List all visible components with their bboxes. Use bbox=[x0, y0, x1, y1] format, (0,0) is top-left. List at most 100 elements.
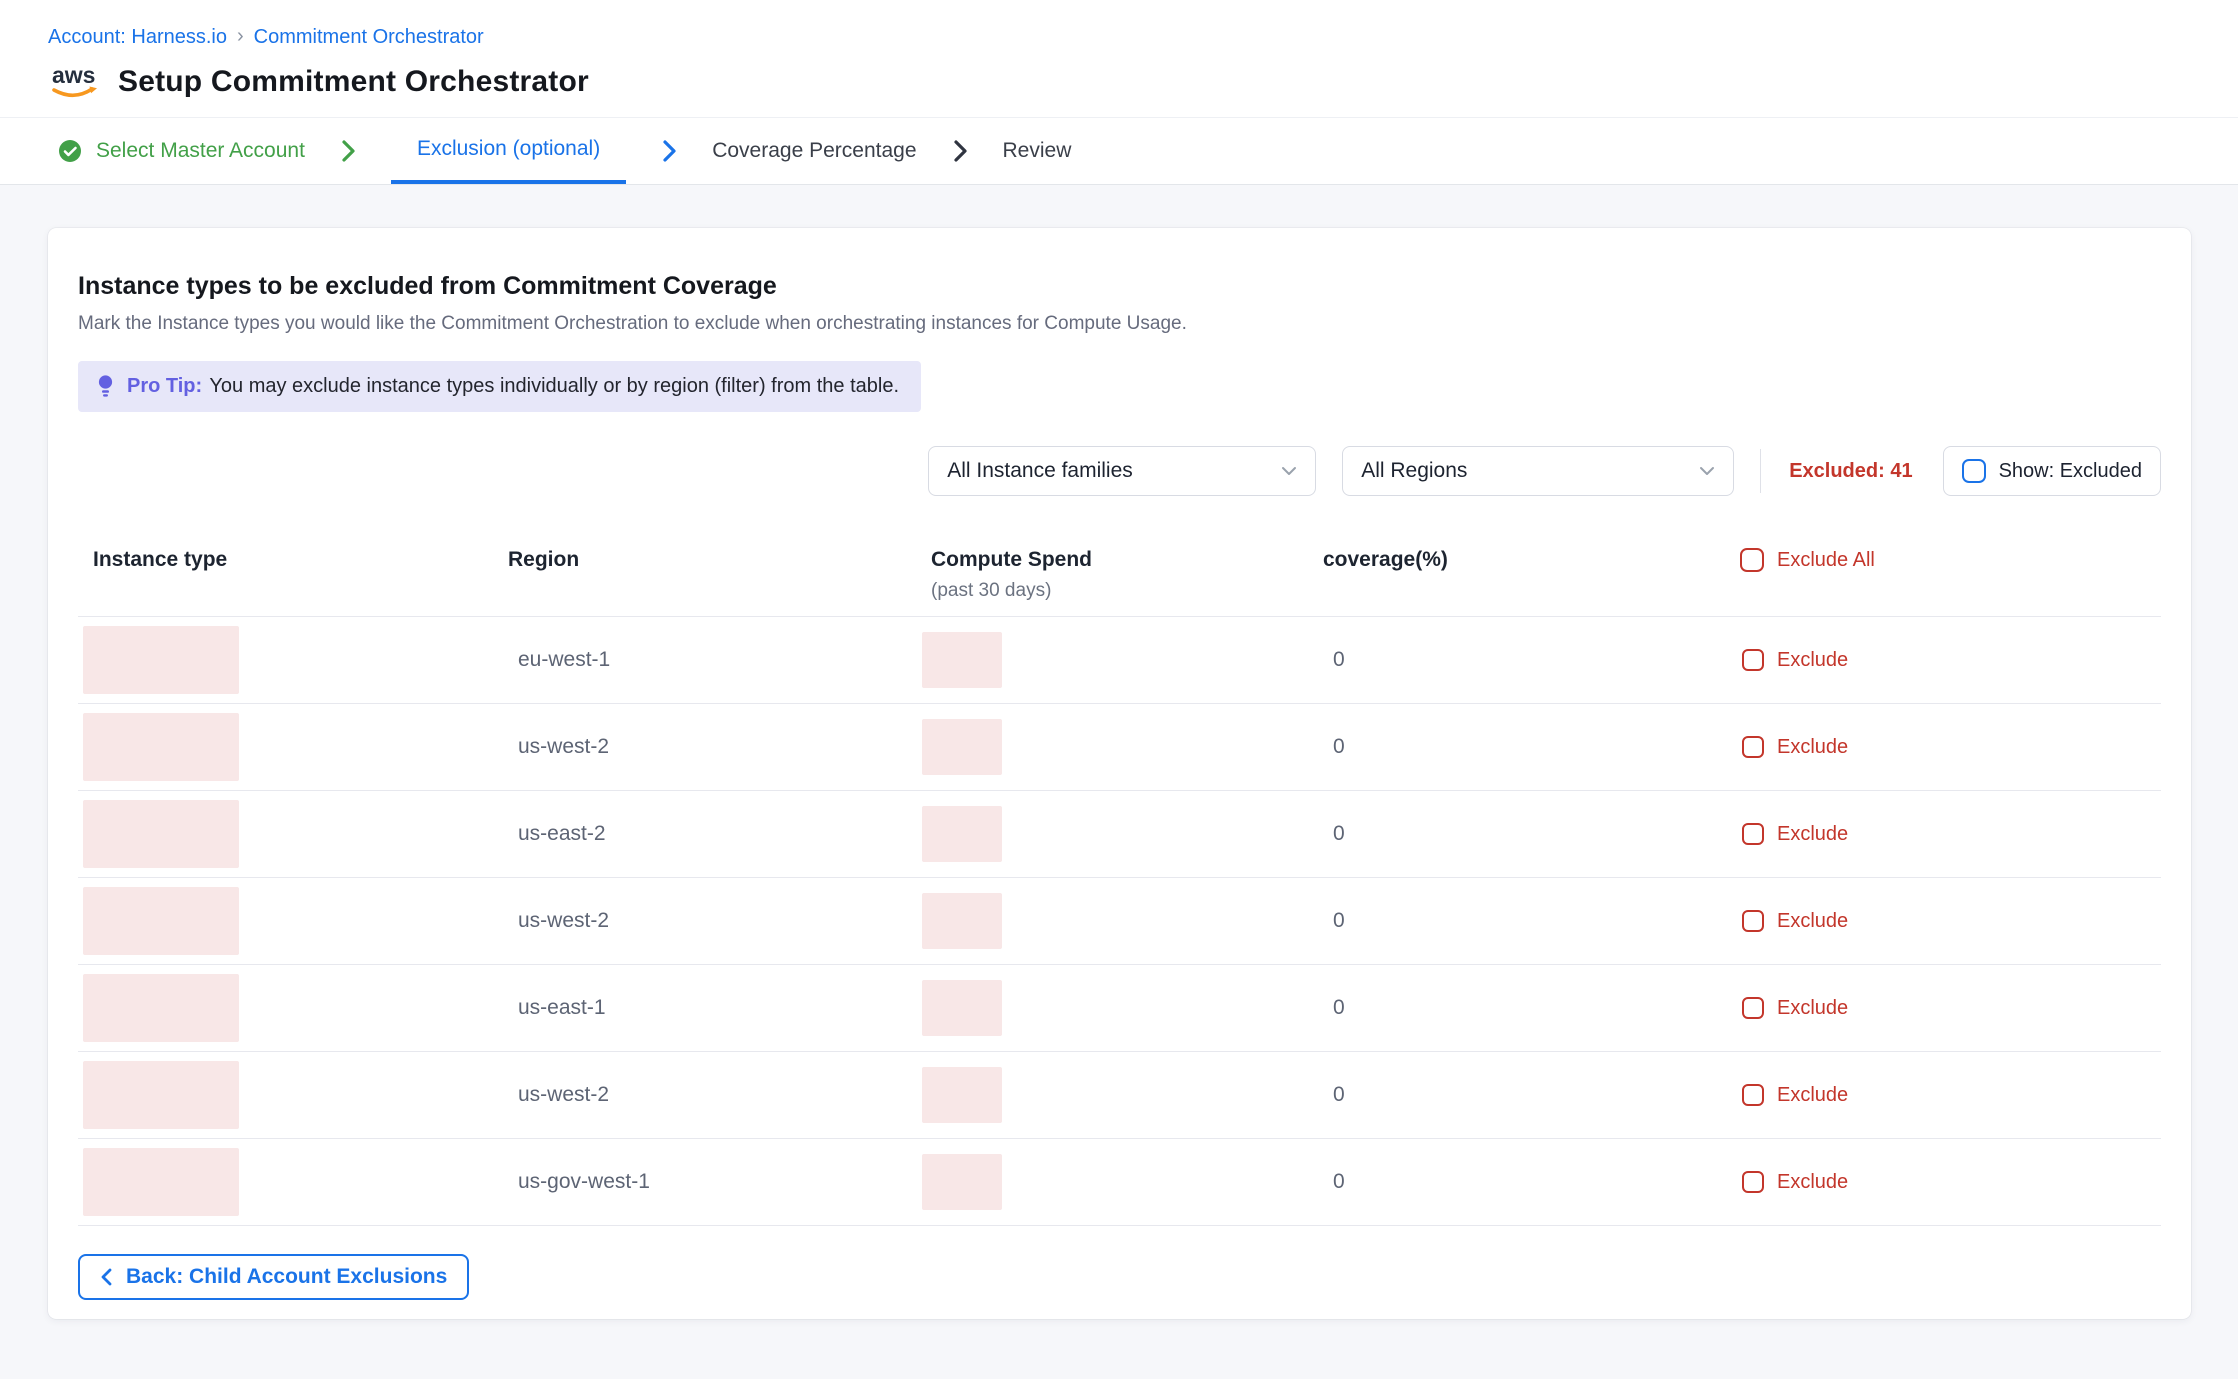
table-row: us-west-2 0 Exclude bbox=[78, 704, 2161, 791]
compute-spend-cell bbox=[931, 1067, 1323, 1123]
step-select-master-account[interactable]: Select Master Account bbox=[58, 118, 305, 184]
instance-type-cell bbox=[93, 1061, 508, 1129]
instance-families-value: All Instance families bbox=[947, 459, 1133, 483]
excluded-count: Excluded: 41 bbox=[1789, 460, 1912, 483]
compute-spend-cell bbox=[931, 719, 1323, 775]
instance-type-cell bbox=[93, 974, 508, 1042]
step-coverage-percentage[interactable]: Coverage Percentage bbox=[712, 118, 916, 184]
exclude-cell: Exclude bbox=[1738, 823, 2161, 846]
exclude-checkbox[interactable] bbox=[1742, 910, 1764, 932]
redacted-instance-type bbox=[83, 626, 239, 694]
region-cell: eu-west-1 bbox=[508, 648, 931, 672]
coverage-cell: 0 bbox=[1323, 909, 1738, 933]
exclude-checkbox[interactable] bbox=[1742, 997, 1764, 1019]
lightbulb-icon bbox=[96, 374, 115, 399]
filter-row: All Instance families All Regions Exclud… bbox=[78, 446, 2161, 496]
regions-dropdown[interactable]: All Regions bbox=[1342, 446, 1734, 496]
redacted-compute-spend bbox=[922, 1154, 1002, 1210]
breadcrumb-page-link[interactable]: Commitment Orchestrator bbox=[254, 26, 484, 49]
page-content: Instance types to be excluded from Commi… bbox=[0, 185, 2238, 1379]
setup-stepper: Select Master Account Exclusion (optiona… bbox=[0, 117, 2238, 185]
redacted-compute-spend bbox=[922, 1067, 1002, 1123]
exclude-cell: Exclude bbox=[1738, 910, 2161, 933]
redacted-instance-type bbox=[83, 887, 239, 955]
back-button-label: Back: Child Account Exclusions bbox=[126, 1265, 447, 1289]
compute-spend-cell bbox=[931, 632, 1323, 688]
table-body: eu-west-1 0 Exclude us-west-2 0 Exclude … bbox=[78, 617, 2161, 1226]
step-label: Review bbox=[1003, 139, 1072, 163]
compute-spend-title: Compute Spend bbox=[931, 548, 1323, 572]
region-cell: us-west-2 bbox=[508, 909, 931, 933]
step-label: Select Master Account bbox=[96, 139, 305, 163]
instance-type-cell bbox=[93, 626, 508, 694]
filter-divider bbox=[1760, 449, 1761, 493]
breadcrumb: Account: Harness.io › Commitment Orchest… bbox=[48, 26, 2238, 49]
exclude-checkbox[interactable] bbox=[1742, 1171, 1764, 1193]
region-cell: us-gov-west-1 bbox=[508, 1170, 931, 1194]
pro-tip-text: Pro Tip: You may exclude instance types … bbox=[127, 375, 899, 398]
panel-heading: Instance types to be excluded from Commi… bbox=[78, 272, 2161, 301]
step-review[interactable]: Review bbox=[1003, 118, 1072, 184]
coverage-cell: 0 bbox=[1323, 648, 1738, 672]
compute-spend-note: (past 30 days) bbox=[931, 580, 1323, 602]
coverage-cell: 0 bbox=[1323, 1083, 1738, 1107]
exclude-cell: Exclude bbox=[1738, 997, 2161, 1020]
step-label: Coverage Percentage bbox=[712, 139, 916, 163]
exclude-checkbox[interactable] bbox=[1742, 823, 1764, 845]
breadcrumb-account-link[interactable]: Account: Harness.io bbox=[48, 26, 227, 49]
col-instance-type: Instance type bbox=[93, 548, 508, 572]
aws-logo: aws bbox=[48, 61, 102, 103]
redacted-instance-type bbox=[83, 1061, 239, 1129]
exclude-label: Exclude bbox=[1777, 649, 1848, 672]
region-cell: us-west-2 bbox=[508, 735, 931, 759]
region-cell: us-west-2 bbox=[508, 1083, 931, 1107]
pro-tip-label: Pro Tip: bbox=[127, 375, 202, 397]
table-row: us-east-1 0 Exclude bbox=[78, 965, 2161, 1052]
show-excluded-toggle[interactable]: Show: Excluded bbox=[1943, 446, 2161, 496]
instance-type-cell bbox=[93, 800, 508, 868]
compute-spend-cell bbox=[931, 893, 1323, 949]
panel-subheading: Mark the Instance types you would like t… bbox=[78, 313, 2161, 335]
exclude-all-label: Exclude All bbox=[1777, 549, 1875, 572]
breadcrumb-separator-icon: › bbox=[237, 25, 244, 48]
instance-type-cell bbox=[93, 1148, 508, 1216]
table-header: Instance type Region Compute Spend (past… bbox=[78, 548, 2161, 617]
chevron-down-icon bbox=[1281, 466, 1297, 476]
table-row: us-west-2 0 Exclude bbox=[78, 1052, 2161, 1139]
exclude-cell: Exclude bbox=[1738, 649, 2161, 672]
back-button[interactable]: Back: Child Account Exclusions bbox=[78, 1254, 469, 1300]
region-cell: us-east-2 bbox=[508, 822, 931, 846]
show-excluded-checkbox[interactable] bbox=[1962, 459, 1986, 483]
show-excluded-label: Show: Excluded bbox=[1999, 460, 2142, 483]
instance-families-dropdown[interactable]: All Instance families bbox=[928, 446, 1316, 496]
step-exclusion[interactable]: Exclusion (optional) bbox=[391, 118, 626, 184]
compute-spend-cell bbox=[931, 1154, 1323, 1210]
redacted-compute-spend bbox=[922, 980, 1002, 1036]
page-header: Account: Harness.io › Commitment Orchest… bbox=[0, 0, 2238, 103]
compute-spend-cell bbox=[931, 980, 1323, 1036]
pro-tip-body: You may exclude instance types individua… bbox=[209, 375, 899, 397]
exclude-checkbox[interactable] bbox=[1742, 1084, 1764, 1106]
check-circle-icon bbox=[58, 139, 82, 163]
coverage-cell: 0 bbox=[1323, 996, 1738, 1020]
exclude-label: Exclude bbox=[1777, 910, 1848, 933]
redacted-compute-spend bbox=[922, 719, 1002, 775]
exclude-label: Exclude bbox=[1777, 736, 1848, 759]
instance-type-cell bbox=[93, 713, 508, 781]
col-compute-spend: Compute Spend (past 30 days) bbox=[931, 548, 1323, 602]
coverage-cell: 0 bbox=[1323, 822, 1738, 846]
exclude-checkbox[interactable] bbox=[1742, 649, 1764, 671]
redacted-instance-type bbox=[83, 713, 239, 781]
table-row: us-gov-west-1 0 Exclude bbox=[78, 1139, 2161, 1226]
redacted-instance-type bbox=[83, 974, 239, 1042]
exclude-checkbox[interactable] bbox=[1742, 736, 1764, 758]
regions-value: All Regions bbox=[1361, 459, 1467, 483]
compute-spend-cell bbox=[931, 806, 1323, 862]
chevron-right-icon bbox=[951, 118, 969, 184]
exclude-all-checkbox[interactable] bbox=[1740, 548, 1764, 572]
region-cell: us-east-1 bbox=[508, 996, 931, 1020]
table-row: us-east-2 0 Exclude bbox=[78, 791, 2161, 878]
aws-logo-text: aws bbox=[52, 62, 95, 88]
table-row: us-west-2 0 Exclude bbox=[78, 878, 2161, 965]
exclude-label: Exclude bbox=[1777, 823, 1848, 846]
